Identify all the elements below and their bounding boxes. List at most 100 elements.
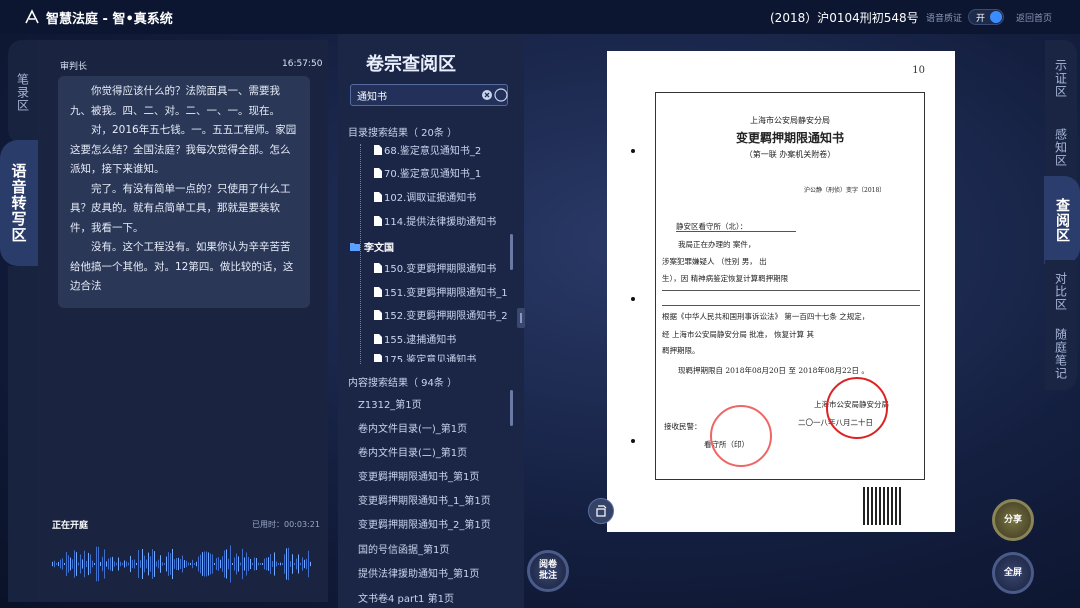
- annotate-label: 阅卷批注: [538, 560, 557, 581]
- waveform-bar: [74, 550, 75, 578]
- tab-notes[interactable]: 笔录区: [8, 40, 38, 144]
- waveform-bar: [254, 557, 255, 571]
- catalog-item-label: 70.鉴定意见通知书_1: [384, 169, 482, 180]
- waveform-bar: [78, 562, 79, 566]
- document-icon: [374, 167, 382, 178]
- search-icon[interactable]: [494, 88, 508, 102]
- waveform-bar: [58, 561, 59, 567]
- tab-perception[interactable]: 感知区: [1045, 112, 1077, 182]
- share-label: 分享: [1003, 514, 1022, 525]
- waveform-bar: [258, 562, 259, 566]
- content-item[interactable]: 变更羁押期限通知书_2_第1页: [358, 516, 491, 531]
- waveform-bar: [264, 558, 265, 570]
- waveform-bar: [98, 546, 99, 582]
- catalog-item[interactable]: 68.鉴定意见通知书_2: [374, 142, 481, 157]
- catalog-item[interactable]: 152.变更羁押期限通知书_2: [374, 307, 508, 322]
- panel-collapse-handle[interactable]: [517, 308, 525, 328]
- content-scrollbar[interactable]: [510, 390, 513, 426]
- doc-reference: 沪公静（刑侦）变字〔2018〕: [804, 187, 886, 194]
- doc-line: 经 上海市公安局静安分局 批准， 恢复计算 其: [662, 330, 815, 339]
- waveform-bar: [162, 562, 163, 566]
- waveform-bar: [296, 558, 297, 570]
- content-item[interactable]: 国的号信函据_第1页: [358, 541, 449, 556]
- waveform-bar: [94, 563, 95, 565]
- waveform-bar: [150, 556, 151, 572]
- tab-compare[interactable]: 对比区: [1045, 260, 1077, 322]
- folder-li-wenguo[interactable]: 李文国: [350, 239, 394, 254]
- waveform-bar: [252, 562, 253, 566]
- waveform-bar: [288, 547, 289, 581]
- voice-evidence-toggle[interactable]: 开: [968, 9, 1004, 25]
- waveform-bar: [62, 558, 63, 570]
- waveform-bar: [294, 562, 295, 566]
- tab-voice-to-text[interactable]: 语音转写区: [0, 140, 38, 266]
- waveform-bar: [202, 552, 203, 576]
- doc-line: 生），因 精神病鉴定恢复计算羁押期限: [662, 274, 789, 283]
- back-home-link[interactable]: 返回首页: [1016, 11, 1052, 24]
- waveform-bar: [118, 557, 119, 571]
- waveform-bar: [126, 561, 127, 567]
- waveform-bar: [138, 550, 139, 578]
- content-item[interactable]: 变更羁押期限通知书_第1页: [358, 468, 479, 483]
- case-number: (2018）沪0104刑初548号: [770, 11, 919, 25]
- rotate-icon: [596, 505, 607, 517]
- toggle-label: 开: [976, 14, 986, 24]
- waveform-bar: [232, 563, 233, 565]
- catalog-item[interactable]: 102.调取证据通知书: [374, 189, 476, 204]
- waveform-bar: [188, 562, 189, 566]
- catalog-item[interactable]: 150.变更羁押期限通知书: [374, 260, 496, 275]
- waveform-bar: [210, 553, 211, 575]
- waveform-bar: [306, 558, 307, 570]
- toggle-knob: [990, 11, 1002, 23]
- catalog-item[interactable]: 70.鉴定意见通知书_1: [374, 165, 481, 180]
- tab-court-notes[interactable]: 随庭笔记: [1045, 318, 1077, 390]
- waveform-bar: [142, 549, 143, 579]
- waveform-bar: [54, 560, 55, 568]
- waveform-bar: [174, 559, 175, 569]
- waveform-bar: [222, 556, 223, 572]
- catalog-item[interactable]: 151.变更羁押期限通知书_1: [374, 284, 508, 299]
- tab-review[interactable]: 查阅区: [1044, 176, 1080, 264]
- waveform-bar: [146, 559, 147, 569]
- content-results-header: 内容搜索结果（ 94条 ）: [348, 378, 458, 389]
- waveform-bar: [230, 545, 231, 583]
- catalog-item[interactable]: 114.提供法律援助通知书: [374, 213, 496, 228]
- content-item[interactable]: 卷内文件目录(二)_第1页: [358, 444, 467, 459]
- waveform-bar: [304, 559, 305, 569]
- underline: [676, 231, 796, 232]
- share-button[interactable]: 分享: [992, 499, 1034, 541]
- search-box: [350, 84, 508, 106]
- annotate-button[interactable]: 阅卷批注: [527, 550, 569, 592]
- document-icon: [374, 215, 382, 226]
- content-item[interactable]: 变更羁押期限通知书_1_第1页: [358, 492, 491, 507]
- waveform-bar: [192, 559, 193, 569]
- document-icon: [374, 262, 382, 273]
- waveform-bar: [256, 557, 257, 571]
- transcript-paragraph: 你觉得应该什么的？法院面具一、需要我九、被我。四、二、对。二、一、一。现在。: [70, 85, 280, 117]
- doc-line: 我局正在办理的 案件，: [678, 240, 756, 249]
- waveform-bar: [278, 563, 279, 565]
- rotate-button[interactable]: [588, 498, 614, 524]
- catalog-scrollbar[interactable]: [510, 234, 513, 270]
- content-item[interactable]: 卷内文件目录(一)_第1页: [358, 420, 467, 435]
- fullscreen-button[interactable]: 全屏: [992, 552, 1034, 594]
- waveform-bar: [66, 552, 67, 576]
- qr-code: [863, 487, 903, 525]
- live-status: 正在开庭: [52, 521, 89, 531]
- content-item[interactable]: 提供法律援助通知书_第1页: [358, 565, 479, 580]
- clear-icon[interactable]: [482, 90, 492, 100]
- catalog-item[interactable]: 155.逮捕通知书: [374, 331, 456, 346]
- waveform-bar: [132, 559, 133, 569]
- voice-evidence-label: 语音质证: [926, 14, 963, 24]
- content-item[interactable]: Z1312_第1页: [358, 396, 422, 411]
- catalog-item[interactable]: 175.鉴定意见通知书: [374, 354, 476, 362]
- content-item[interactable]: 文书卷4 part1 第1页: [358, 590, 454, 605]
- catalog-item-label: 102.调取证据通知书: [384, 193, 477, 204]
- waveform-bar: [128, 562, 129, 566]
- search-input[interactable]: [357, 87, 477, 103]
- punch-hole: [631, 439, 635, 443]
- waveform-bar: [216, 557, 217, 571]
- tab-evidence[interactable]: 示证区: [1045, 40, 1077, 116]
- tree-guide: [360, 144, 361, 364]
- transcript-paragraph: 没有。这个工程没有。如果你认为辛辛苦苦给他搞一个其他。对。12第四。做比较的话，…: [70, 241, 294, 292]
